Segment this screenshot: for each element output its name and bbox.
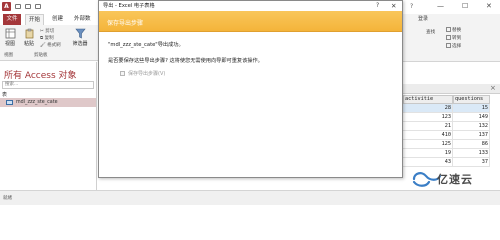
- cell-questions[interactable]: 15: [453, 104, 490, 113]
- cell-questions[interactable]: 86: [453, 140, 490, 149]
- find-button[interactable]: 查找: [426, 29, 435, 35]
- document-close-icon[interactable]: ×: [490, 84, 496, 92]
- goto-icon: [446, 35, 451, 40]
- dialog-banner-title: 保存导出步骤: [107, 20, 144, 27]
- ribbon-tabs: 文件 开始 创建 外部数据: [0, 14, 98, 33]
- select-icon: [446, 43, 451, 48]
- tab-external-data[interactable]: 外部数据: [71, 14, 98, 33]
- ribbon-home: 视图 粘贴 ✂ 剪切 ⧉ 复制 🖌 格式刷 筛选器 视图 剪贴板: [0, 25, 98, 61]
- select-button[interactable]: 选择: [446, 43, 461, 49]
- cell-activities[interactable]: 410: [403, 131, 453, 140]
- minimize-button[interactable]: —: [437, 2, 444, 10]
- cell-activities[interactable]: 43: [403, 158, 453, 167]
- window-close-button[interactable]: ✕: [486, 2, 492, 10]
- filter-label: 筛选器: [72, 41, 88, 47]
- status-text: 就绪: [3, 196, 12, 201]
- nav-item-table[interactable]: mdl_zzz_ste_cate: [0, 98, 96, 107]
- document-tab-strip: [403, 84, 500, 94]
- dialog-title: 导出 - Excel 电子表格: [103, 3, 155, 9]
- paste-button[interactable]: 粘贴: [21, 28, 37, 47]
- checkbox-box[interactable]: [120, 71, 125, 76]
- nav-search-input[interactable]: 搜索...: [2, 81, 94, 89]
- undo-icon[interactable]: [25, 4, 31, 9]
- copy-label: 复制: [44, 36, 54, 41]
- view-label: 视图: [4, 41, 15, 47]
- dialog-close-button[interactable]: ✕: [391, 1, 396, 11]
- table-icon: [6, 100, 13, 105]
- clipboard-group-label: 剪贴板: [34, 53, 48, 58]
- redo-icon[interactable]: [35, 4, 41, 9]
- column-header-questions[interactable]: questions: [453, 95, 490, 104]
- access-titlebar: A: [0, 0, 98, 14]
- cell-activities[interactable]: 21: [403, 122, 453, 131]
- replace-icon: [446, 27, 451, 32]
- view-icon: [5, 28, 15, 39]
- cut-label: 剪切: [45, 29, 55, 34]
- format-painter-label: 格式刷: [47, 43, 61, 48]
- dialog-banner: 保存导出步骤: [99, 11, 402, 32]
- help-icon[interactable]: ?: [410, 3, 413, 10]
- navigation-pane: 所有 Access 对象 搜索... 表 mdl_zzz_ste_cate: [0, 62, 97, 190]
- cell-activities[interactable]: 19: [403, 149, 453, 158]
- watermark-text: 亿速云: [437, 173, 473, 186]
- cell-questions[interactable]: 132: [453, 122, 490, 131]
- nav-section-tables[interactable]: 表: [2, 91, 7, 98]
- cell-activities[interactable]: 125: [403, 140, 453, 149]
- save-steps-question: 是否要保存这些导出步骤? 这将使您无需使用向导即可重复该操作。: [108, 58, 263, 64]
- goto-label: 转到: [452, 36, 462, 41]
- format-painter-button[interactable]: 🖌 格式刷: [40, 42, 61, 48]
- nav-pane-title[interactable]: 所有 Access 对象: [4, 68, 77, 81]
- paste-label: 粘贴: [23, 41, 34, 47]
- access-app-icon: A: [2, 2, 11, 11]
- save-steps-checkbox[interactable]: 保存导出步骤(V): [120, 70, 165, 77]
- maximize-button[interactable]: ☐: [462, 2, 468, 10]
- cell-questions[interactable]: 133: [453, 149, 490, 158]
- copy-button[interactable]: ⧉ 复制: [40, 35, 54, 41]
- save-icon[interactable]: [15, 4, 21, 9]
- goto-button[interactable]: 转到: [446, 35, 461, 41]
- select-label: 选择: [452, 44, 462, 49]
- cut-button[interactable]: ✂ 剪切: [40, 28, 54, 34]
- tab-create[interactable]: 创建: [49, 14, 66, 25]
- export-dialog: 导出 - Excel 电子表格 ? ✕ 保存导出步骤 "mdl_zzz_ste_…: [98, 0, 403, 178]
- cell-activities[interactable]: 123: [403, 113, 453, 122]
- cell-questions[interactable]: 149: [453, 113, 490, 122]
- cell-questions[interactable]: 37: [453, 158, 490, 167]
- replace-button[interactable]: 替换: [446, 27, 461, 33]
- replace-label: 替换: [452, 28, 462, 33]
- dialog-help-button[interactable]: ?: [376, 1, 379, 11]
- nav-item-label: mdl_zzz_ste_cate: [16, 100, 58, 105]
- find-label: 查找: [426, 30, 436, 35]
- paste-icon: [25, 28, 33, 39]
- filter-icon: [74, 28, 86, 39]
- column-header-activities[interactable]: activitie: [403, 95, 453, 104]
- view-button[interactable]: 视图: [2, 28, 18, 47]
- status-bar: 就绪: [0, 190, 500, 205]
- views-group-label: 视图: [4, 53, 13, 58]
- filter-button[interactable]: 筛选器: [72, 28, 88, 47]
- save-steps-checkbox-label: 保存导出步骤(V): [128, 71, 166, 77]
- tab-file[interactable]: 文件: [3, 14, 21, 25]
- dialog-titlebar[interactable]: 导出 - Excel 电子表格 ? ✕: [99, 1, 402, 11]
- sign-in-link[interactable]: 登录: [418, 15, 428, 22]
- cell-questions[interactable]: 137: [453, 131, 490, 140]
- tab-home[interactable]: 开始: [25, 14, 45, 25]
- cell-activities[interactable]: 28: [403, 104, 453, 113]
- export-success-message: "mdl_zzz_ste_cate"导出成功。: [108, 42, 184, 48]
